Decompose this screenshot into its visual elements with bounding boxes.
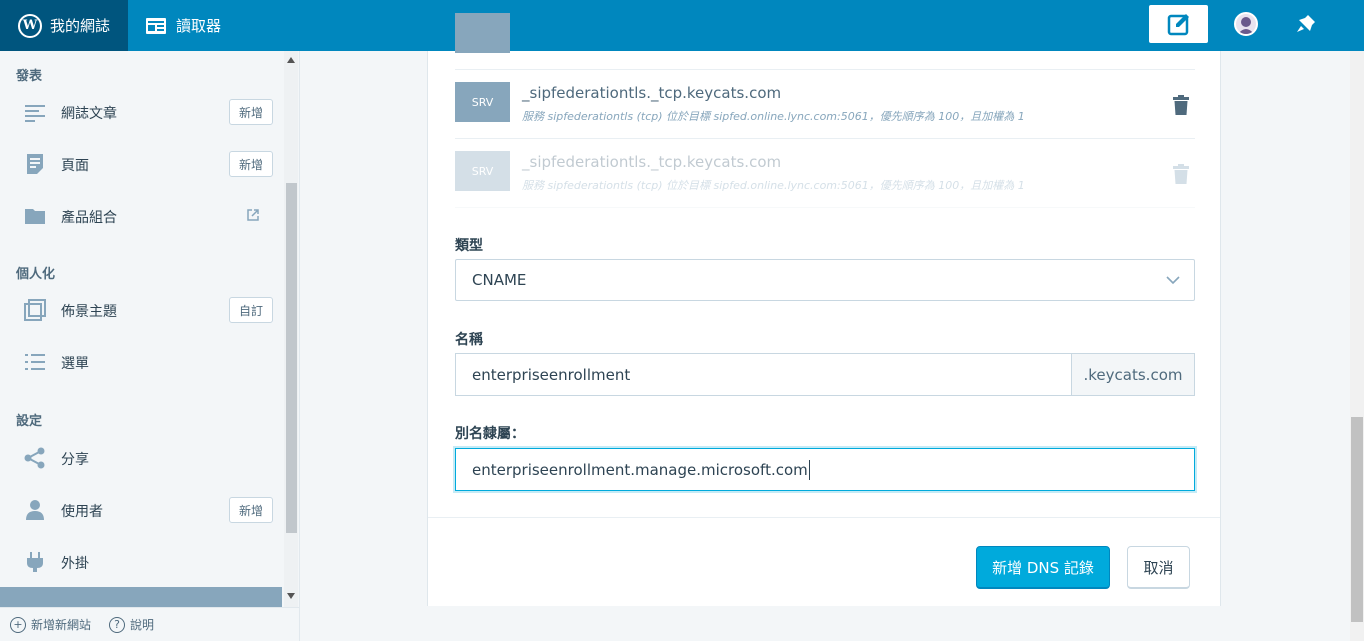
alias-input[interactable]: enterpriseenrollment.manage.microsoft.co… <box>455 448 1195 491</box>
add-new-site-label: 新增新網站 <box>31 618 92 632</box>
add-post-button[interactable]: 新增 <box>229 99 274 125</box>
help-link[interactable]: ? 說明 <box>109 616 154 633</box>
sidebar-scrollbar-thumb[interactable] <box>286 183 297 533</box>
help-circle-icon: ? <box>109 616 126 633</box>
add-user-button[interactable]: 新增 <box>229 497 274 523</box>
sidebar-item-label: 分享 <box>61 452 89 468</box>
name-label: 名稱 <box>455 332 483 348</box>
user-avatar[interactable] <box>1234 12 1258 36</box>
pages-icon <box>27 154 43 174</box>
record-type-badge <box>455 13 510 53</box>
scroll-up-arrow-icon[interactable] <box>287 57 295 63</box>
section-publish: 發表 <box>16 69 43 84</box>
dns-record-row-pending: SRV _sipfederationtls._tcp.keycats.com 服… <box>455 139 1195 208</box>
reader-icon <box>146 17 166 34</box>
help-label: 說明 <box>130 618 155 632</box>
sidebar-item-menus[interactable]: 選單 <box>0 337 284 389</box>
text-caret <box>808 459 810 480</box>
add-page-button[interactable]: 新增 <box>229 151 274 177</box>
reader-label: 讀取器 <box>176 17 222 35</box>
dns-records-card: SRV _sipfederationtls._tcp.keycats.com 服… <box>427 13 1221 606</box>
sidebar-item-label: 選單 <box>61 356 89 372</box>
avatar-icon <box>1238 17 1254 34</box>
record-name: _sipfederationtls._tcp.keycats.com <box>522 84 782 102</box>
sidebar-item-label: 外掛 <box>61 556 89 572</box>
external-link-icon <box>247 209 259 221</box>
add-dns-record-button[interactable]: 新增 DNS 記錄 <box>976 546 1110 589</box>
sidebar-item-label: 網誌文章 <box>61 106 117 122</box>
customize-button[interactable]: 自訂 <box>229 297 274 323</box>
sidebar: 發表 網誌文章 新增 頁面 新增 產品組合 個人化 佈景主題 自訂 選單 設定 … <box>0 51 300 641</box>
section-configure: 設定 <box>16 414 43 429</box>
sidebar-item-label: 佈景主題 <box>61 304 117 320</box>
wordpress-logo-icon: W <box>18 13 42 38</box>
dns-record-row <box>455 1 1195 70</box>
name-field-group: enterpriseenrollment .keycats.com <box>455 353 1195 396</box>
plus-circle-icon: + <box>10 616 26 633</box>
cancel-button[interactable]: 取消 <box>1127 546 1190 589</box>
sidebar-item-users[interactable]: 使用者 新增 <box>0 485 284 537</box>
sidebar-item-portfolio[interactable]: 產品組合 <box>0 191 284 243</box>
scroll-down-arrow-icon[interactable] <box>287 593 295 599</box>
section-personalize: 個人化 <box>16 267 56 282</box>
trash-icon <box>1173 164 1189 184</box>
my-site-label: 我的網誌 <box>50 17 111 35</box>
record-description: 服務 sipfederationtls (tcp) 位於目標 sipfed.on… <box>522 179 1025 192</box>
record-type-select[interactable]: CNAME <box>455 259 1195 301</box>
sidebar-item-plugins[interactable]: 外掛 <box>0 537 284 589</box>
sidebar-item-themes[interactable]: 佈景主題 自訂 <box>0 285 284 337</box>
sidebar-item-sharing[interactable]: 分享 <box>0 433 284 485</box>
sidebar-item-label: 產品組合 <box>61 210 117 226</box>
user-icon <box>26 500 44 520</box>
sidebar-footer: + 新增新網站 ? 說明 <box>0 607 299 641</box>
my-site-button[interactable]: W 我的網誌 <box>0 0 128 51</box>
plugin-icon <box>27 552 43 572</box>
sidebar-item-pages[interactable]: 頁面 新增 <box>0 139 284 191</box>
reader-button[interactable]: 讀取器 <box>146 0 221 51</box>
chevron-down-icon <box>1166 276 1180 285</box>
dns-record-row: SRV _sipfederationtls._tcp.keycats.com 服… <box>455 70 1195 139</box>
sidebar-item-posts[interactable]: 網誌文章 新增 <box>0 87 284 139</box>
notifications-button[interactable] <box>1294 12 1318 36</box>
alias-input-value: enterpriseenrollment.manage.microsoft.co… <box>472 460 808 479</box>
posts-icon <box>25 105 45 122</box>
record-type-badge: SRV <box>455 82 510 122</box>
form-actions: 新增 DNS 記錄 取消 <box>428 517 1220 606</box>
sidebar-item-label: 使用者 <box>61 504 103 520</box>
domain-suffix: .keycats.com <box>1071 353 1195 396</box>
record-description: 服務 sipfederationtls (tcp) 位於目標 sipfed.on… <box>522 110 1025 123</box>
share-icon <box>24 447 45 469</box>
add-new-site-link[interactable]: + 新增新網站 <box>10 616 91 633</box>
themes-icon <box>24 299 46 321</box>
name-input[interactable]: enterpriseenrollment <box>455 353 1071 396</box>
record-name: _sipfederationtls._tcp.keycats.com <box>522 153 782 171</box>
sidebar-item-selected[interactable] <box>0 587 282 607</box>
record-type-value: CNAME <box>472 271 527 289</box>
alias-label: 別名隸屬： <box>455 426 525 442</box>
sidebar-item-label: 頁面 <box>61 158 89 174</box>
type-label: 類型 <box>455 238 483 254</box>
trash-icon[interactable] <box>1173 95 1189 115</box>
record-type-badge: SRV <box>455 151 510 191</box>
menus-icon <box>25 354 45 370</box>
bell-icon <box>1297 15 1315 32</box>
folder-icon <box>25 209 45 224</box>
page-scrollbar-thumb[interactable] <box>1351 417 1363 622</box>
